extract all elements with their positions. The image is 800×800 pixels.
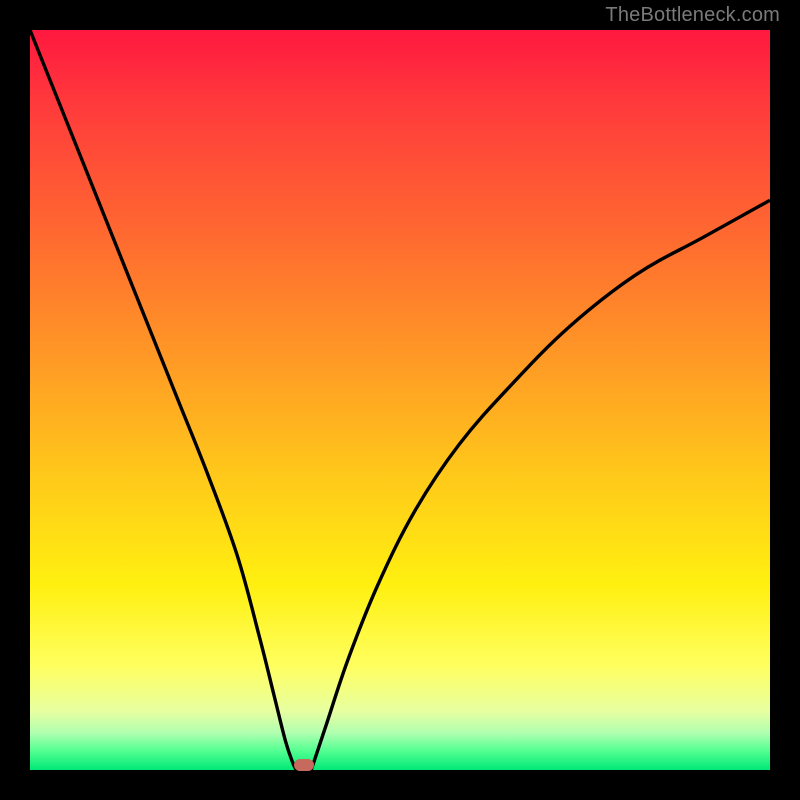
bottleneck-curve <box>30 30 770 770</box>
watermark-text: TheBottleneck.com <box>605 4 780 27</box>
curve-left-branch <box>30 30 296 770</box>
chart-frame: TheBottleneck.com <box>0 0 800 800</box>
curve-right-branch <box>311 200 770 770</box>
plot-area <box>30 30 770 770</box>
optimal-point-marker <box>294 759 314 771</box>
